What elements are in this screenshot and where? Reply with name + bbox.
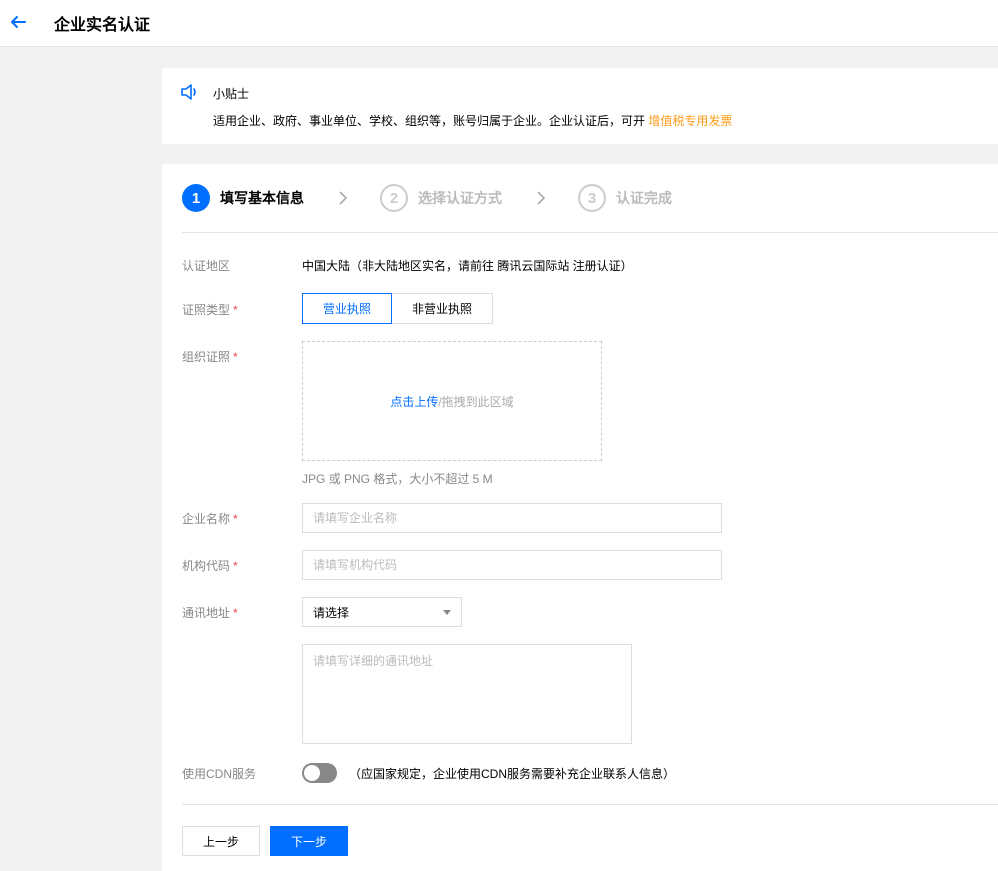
address-select-value: 请选择 (313, 605, 350, 620)
toggle-knob (304, 765, 320, 781)
cdn-label: 使用CDN服务 (182, 767, 256, 781)
org-license-label: 组织证照 * (182, 348, 238, 365)
required-mark: * (233, 606, 238, 620)
upload-link[interactable]: 点击上传 (390, 393, 438, 410)
step-3: 3 认证完成 (578, 184, 672, 212)
license-type-toggle: 营业执照 非营业执照 (302, 293, 493, 324)
vat-invoice-link[interactable]: 增值税专用发票 (648, 114, 732, 128)
upload-hint: JPG 或 PNG 格式，大小不超过 5 M (302, 472, 493, 486)
upload-drag-text: /拖拽到此区域 (438, 394, 514, 409)
tips-text-body: 适用企业、政府、事业单位、学校、组织等，账号归属于企业。企业认证后，可开 (213, 114, 649, 128)
step-1: 1 填写基本信息 (182, 184, 304, 212)
page-title: 企业实名认证 (54, 17, 151, 34)
region-value: 中国大陆（非大陆地区实名，请前往 腾讯云国际站 注册认证） (302, 259, 633, 273)
step-2: 2 选择认证方式 (380, 184, 502, 212)
cdn-toggle[interactable] (302, 763, 337, 783)
back-arrow-icon[interactable] (9, 13, 27, 31)
required-mark: * (233, 303, 238, 317)
caret-down-icon (443, 609, 451, 615)
org-license-label-text: 组织证照 (182, 350, 231, 364)
tips-text: 适用企业、政府、事业单位、学校、组织等，账号归属于企业。企业认证后，可开 增值税… (213, 112, 732, 129)
step-2-number: 2 (380, 184, 408, 212)
required-mark: * (233, 350, 238, 364)
step-3-number: 3 (578, 184, 606, 212)
next-step-button[interactable]: 下一步 (270, 826, 348, 856)
address-detail-textarea[interactable] (302, 644, 632, 744)
license-type-label-text: 证照类型 (182, 303, 231, 317)
address-region-select[interactable]: 请选择 (302, 597, 462, 627)
non-business-license-option[interactable]: 非营业执照 (392, 293, 493, 324)
upload-dropzone[interactable]: 点击上传/拖拽到此区域 (302, 341, 602, 461)
step-3-label: 认证完成 (616, 190, 672, 206)
chevron-right-icon (339, 191, 348, 205)
org-code-label-text: 机构代码 (182, 559, 231, 573)
required-mark: * (233, 512, 238, 526)
speaker-icon (181, 84, 196, 100)
prev-step-button[interactable]: 上一步 (182, 826, 260, 856)
chevron-right-icon (537, 191, 546, 205)
address-label-text: 通讯地址 (182, 606, 231, 620)
step-1-label: 填写基本信息 (220, 190, 304, 206)
company-name-label-text: 企业名称 (182, 512, 231, 526)
org-code-label: 机构代码 * (182, 557, 238, 574)
org-code-input[interactable] (302, 550, 722, 580)
steps-divider (182, 232, 998, 233)
step-indicator: 1 填写基本信息 2 选择认证方式 3 认证完成 (182, 184, 982, 212)
region-label: 认证地区 (182, 259, 231, 273)
tips-panel: 小贴士 适用企业、政府、事业单位、学校、组织等，账号归属于企业。企业认证后，可开… (162, 68, 998, 144)
company-name-input[interactable] (302, 503, 722, 533)
address-label: 通讯地址 * (182, 604, 238, 621)
step-1-number: 1 (182, 184, 210, 212)
business-license-option[interactable]: 营业执照 (302, 293, 392, 324)
top-bar: 企业实名认证 (0, 0, 998, 47)
tips-title: 小贴士 (213, 87, 250, 101)
cdn-note: （应国家规定，企业使用CDN服务需要补充企业联系人信息） (349, 767, 676, 781)
license-type-label: 证照类型 * (182, 301, 238, 318)
form-card: 1 填写基本信息 2 选择认证方式 3 认证完成 认证地区 中国大陆（非大陆地区… (162, 164, 998, 871)
required-mark: * (233, 559, 238, 573)
actions-divider (182, 804, 998, 805)
step-2-label: 选择认证方式 (418, 190, 502, 206)
company-name-label: 企业名称 * (182, 510, 238, 527)
